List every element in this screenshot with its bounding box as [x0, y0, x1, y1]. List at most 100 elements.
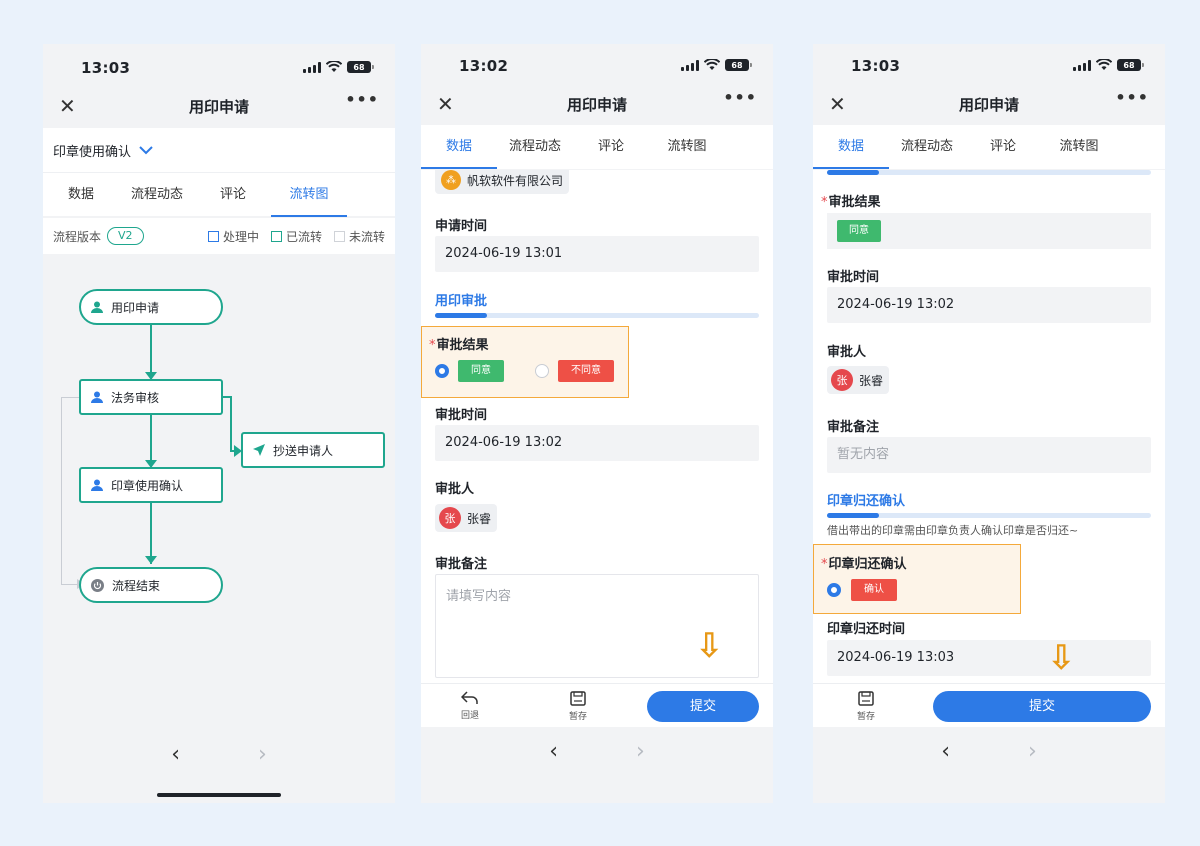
tab-process[interactable]: 流程动态 [119, 173, 195, 217]
tab-comments[interactable]: 评论 [965, 125, 1041, 169]
submit-button[interactable]: 提交 [647, 691, 759, 722]
section-bar [827, 513, 1151, 518]
save-icon [570, 691, 586, 706]
arrow-down-icon: ⇩ [695, 626, 724, 666]
status-icons: 68 [681, 59, 752, 71]
page-title: 用印申请 [188, 98, 249, 116]
result-label-text: 审批结果 [828, 195, 881, 210]
disagree-radio[interactable] [535, 364, 549, 378]
battery-icon: 68 [725, 59, 752, 71]
node-selector[interactable]: 印章使用确认 [43, 128, 395, 172]
edge-4-5 [150, 502, 152, 564]
tab-process[interactable]: 流程动态 [889, 125, 965, 169]
save-draft-label: 暂存 [857, 712, 876, 722]
agree-radio[interactable] [435, 364, 449, 378]
approve-time-field: 2024-06-19 13:02 [827, 287, 1151, 323]
result-label: *审批结果 [429, 338, 489, 353]
return-time-label: 印章归还时间 [827, 622, 906, 637]
result-label: *审批结果 [821, 195, 881, 210]
tab-comments[interactable]: 评论 [195, 173, 271, 217]
tab-data[interactable]: 数据 [43, 173, 119, 217]
status-time: 13:02 [459, 57, 509, 75]
flow-node-end[interactable]: 流程结束 [79, 567, 223, 603]
flow-node-label: 流程结束 [112, 578, 161, 593]
nav-bar: ✕ 用印申请 ••• [813, 86, 1165, 122]
section-bar [435, 313, 759, 318]
flow-node-label: 用印申请 [111, 300, 160, 315]
save-icon [858, 691, 874, 706]
signal-icon [1073, 59, 1091, 71]
nav-bar: ✕ 用印申请 ••• [43, 88, 395, 124]
avatar: 张 [439, 507, 461, 529]
nav-bar: ✕ 用印申请 ••• [421, 86, 773, 122]
forward-nav-icon[interactable]: › [636, 739, 645, 764]
tab-flowchart[interactable]: 流转图 [271, 173, 347, 217]
back-nav-icon[interactable]: ‹ [171, 742, 180, 767]
tab-data[interactable]: 数据 [421, 125, 497, 169]
tab-data[interactable]: 数据 [813, 125, 889, 169]
result-value: 同意 [837, 220, 881, 242]
forward-nav-icon[interactable]: › [258, 742, 267, 767]
approve-time-field[interactable]: 2024-06-19 13:02 [435, 425, 759, 461]
more-icon[interactable]: ••• [1115, 88, 1149, 107]
undo-icon [460, 691, 478, 704]
approver-label: 审批人 [435, 482, 475, 497]
submit-button[interactable]: 提交 [933, 691, 1151, 722]
confirm-radio[interactable] [827, 583, 841, 597]
legend-passed: 已流转 [285, 229, 322, 244]
flow-node-legal-review[interactable]: 法务审核 [79, 379, 223, 415]
back-action[interactable]: 回退 [460, 691, 479, 721]
remark-label: 审批备注 [435, 557, 488, 572]
tab-comments[interactable]: 评论 [573, 125, 649, 169]
more-icon[interactable]: ••• [723, 88, 757, 107]
remark-field: 暂无内容 [827, 437, 1151, 473]
status-time: 13:03 [851, 57, 901, 75]
company-chip: ⁂ 帆软软件有限公司 [435, 170, 570, 194]
agree-option[interactable]: 同意 [458, 360, 504, 382]
flow-chart: 用印申请 法务审核 抄送申请人 印章使用确认 流程结束 [43, 254, 395, 730]
save-draft-action[interactable]: 暂存 [857, 691, 875, 722]
return-confirm-label: *印章归还确认 [821, 557, 907, 572]
flow-node-seal-confirm[interactable]: 印章使用确认 [79, 467, 223, 503]
section-title-seal-return: 印章归还确认 [827, 494, 906, 509]
user-icon [91, 479, 103, 491]
back-nav-icon[interactable]: ‹ [549, 739, 558, 764]
power-icon [91, 578, 104, 592]
confirm-option[interactable]: 确认 [851, 579, 897, 601]
back-nav-icon[interactable]: ‹ [941, 739, 950, 764]
signal-icon [303, 61, 321, 73]
flow-node-apply[interactable]: 用印申请 [79, 289, 223, 325]
disagree-option[interactable]: 不同意 [558, 360, 614, 382]
flow-node-label: 抄送申请人 [273, 443, 334, 458]
wifi-icon [326, 61, 342, 72]
action-bar: 回退 暂存 提交 [421, 683, 773, 727]
save-draft-action[interactable]: 暂存 [569, 691, 587, 722]
wifi-icon [1096, 59, 1112, 70]
page-title: 用印申请 [958, 96, 1019, 114]
more-icon[interactable]: ••• [345, 90, 379, 109]
flow-node-cc-applicant[interactable]: 抄送申请人 [241, 432, 385, 468]
flow-node-label: 法务审核 [111, 390, 160, 405]
legend-processing-box [207, 230, 219, 242]
user-icon [91, 301, 103, 313]
tab-bar: 数据 流程动态 评论 流转图 [813, 125, 1165, 169]
tab-flowchart[interactable]: 流转图 [1041, 125, 1117, 169]
page-title: 用印申请 [566, 96, 627, 114]
version-badge: V2 [107, 227, 144, 245]
approver-chip: 张 张睿 [435, 504, 498, 532]
section-bar [827, 170, 1151, 175]
send-icon [253, 444, 265, 456]
browser-nav: ‹ › [421, 727, 773, 775]
forward-nav-icon[interactable]: › [1028, 739, 1037, 764]
return-time-field[interactable]: 2024-06-19 13:03 [827, 640, 1151, 676]
tab-flowchart[interactable]: 流转图 [649, 125, 725, 169]
legend-pending-box [333, 230, 345, 242]
company-name: 帆软软件有限公司 [467, 173, 564, 188]
tab-process[interactable]: 流程动态 [497, 125, 573, 169]
apply-time-field[interactable]: 2024-06-19 13:01 [435, 236, 759, 272]
form-body: *审批结果 同意 审批时间 2024-06-19 13:02 审批人 张 张睿 … [813, 170, 1165, 683]
approve-time-label: 审批时间 [827, 270, 880, 285]
wifi-icon [704, 59, 720, 70]
battery-icon: 68 [347, 61, 374, 73]
version-label: 流程版本 [53, 229, 102, 244]
